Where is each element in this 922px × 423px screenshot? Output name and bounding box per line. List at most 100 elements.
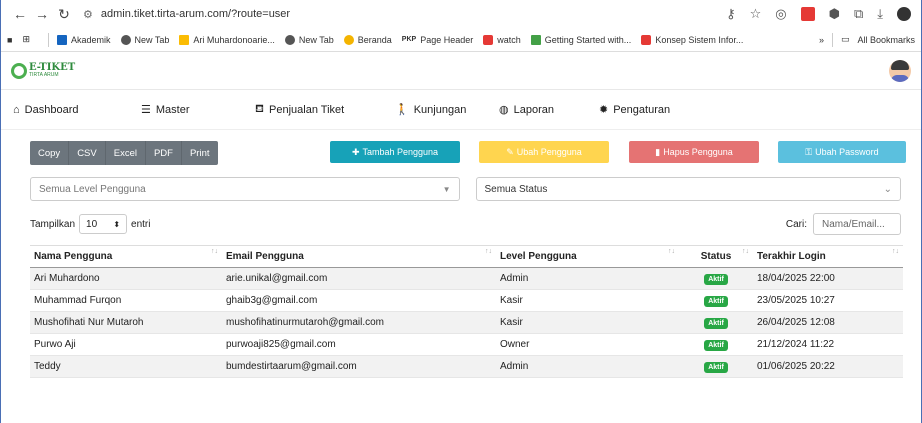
plus-icon: ✚ [351, 146, 360, 157]
app-logo[interactable]: E-TIKET TIRTA ARUM [11, 62, 75, 79]
bookmark-newtab-1[interactable]: New Tab [120, 34, 170, 45]
url-field[interactable]: ⚙ admin.tiket.tirta-arum.com/?route=user [83, 3, 659, 25]
forward-icon[interactable]: → [31, 6, 53, 22]
delete-user-button[interactable]: ▮ Hapus Pengguna [629, 141, 759, 163]
list-icon: ☰ [141, 104, 151, 116]
col-email[interactable]: Email Pengguna ↑↓ [222, 245, 496, 268]
cell-status: Aktif [679, 289, 753, 312]
bookmark-drive[interactable]: Ari Muhardonoarie... [179, 34, 275, 45]
bookmark-watch[interactable]: watch [483, 34, 521, 45]
bookmark-label: New Tab [298, 34, 334, 45]
bookmark-label: New Tab [134, 34, 170, 45]
edit-user-button[interactable]: ✎ Ubah Pengguna [479, 141, 609, 163]
sort-icon: ↑↓ [742, 248, 749, 255]
sort-icon: ↑↓ [668, 248, 675, 255]
bookmark-konsep[interactable]: Konsep Sistem Infor... [641, 34, 743, 45]
table-row[interactable]: Mushofihati Nur Mutaroh mushofihatinurmu… [30, 311, 903, 334]
cell-level: Admin [496, 267, 679, 290]
pdf-button[interactable]: PDF [146, 141, 182, 165]
header-label: Terakhir Login [757, 251, 826, 262]
reload-icon[interactable]: ↻ [53, 6, 75, 23]
table-row[interactable]: Muhammad Furqon ghaib3g@gmail.com Kasir … [30, 289, 903, 312]
folder-icon: ▭ [840, 34, 850, 44]
sort-icon: ↑↓ [485, 248, 492, 255]
menu-penjualan-tiket[interactable]: ⛾ Penjualan Tiket [255, 103, 395, 117]
search-input[interactable]: Nama/Email... [813, 213, 901, 235]
add-user-button[interactable]: ✚ Tambah Pengguna [330, 141, 460, 163]
bookmark-newtab-2[interactable]: New Tab [284, 34, 334, 45]
page-length-value: 10 [86, 218, 98, 230]
cell-last-login: 21/12/2024 11:22 [753, 333, 903, 356]
drive-icon [179, 34, 190, 45]
status-badge: Aktif [704, 339, 728, 351]
excel-button[interactable]: Excel [106, 141, 146, 165]
col-last-login[interactable]: Terakhir Login ↑↓ [753, 245, 903, 268]
back-icon[interactable]: ← [9, 6, 31, 22]
shield-extension-icon[interactable]: ⬢ [829, 6, 840, 22]
cell-last-login: 18/04/2025 22:00 [753, 267, 903, 290]
camera-icon[interactable]: ◎ [775, 6, 786, 22]
more-bookmarks-button[interactable]: » [819, 35, 824, 45]
menu-laporan[interactable]: ◍ Laporan [499, 103, 599, 117]
cell-last-login: 26/04/2025 12:08 [753, 311, 903, 334]
status-badge: Aktif [704, 273, 728, 285]
site-settings-icon[interactable]: ⚙ [83, 8, 93, 21]
trash-icon: ▮ [655, 146, 661, 157]
bookmark-label: Page Header [420, 34, 474, 45]
level-filter-select[interactable]: Semua Level Pengguna ▼ [30, 177, 460, 201]
apps-icon[interactable]: ■ [7, 35, 12, 45]
browser-window: ← → ↻ ⚙ admin.tiket.tirta-arum.com/?rout… [0, 0, 922, 423]
cell-email: arie.unikal@gmail.com [222, 267, 496, 290]
star-icon[interactable]: ☆ [750, 6, 762, 22]
logo-icon [11, 62, 27, 79]
copy-button[interactable]: Copy [30, 141, 70, 165]
menu-label: Pengaturan [613, 103, 671, 116]
bookmark-icon [56, 34, 67, 45]
delete-user-label: Hapus Pengguna [663, 147, 733, 157]
col-status[interactable]: Status ↑↓ [679, 245, 753, 268]
bookmark-label: Beranda [357, 34, 392, 45]
change-password-button[interactable]: ⚿ Ubah Password [778, 141, 906, 163]
cell-name: Mushofihati Nur Mutaroh [30, 311, 222, 334]
users-table: Nama Pengguna ↑↓ Email Pengguna ↑↓ Level P… [30, 245, 903, 378]
csv-button[interactable]: CSV [69, 141, 106, 165]
all-bookmarks[interactable]: All Bookmarks [857, 35, 915, 45]
toolbar: Copy CSV Excel PDF Print ✚ Tambah Penggun… [30, 137, 906, 169]
puzzle-icon[interactable]: ⧉ [854, 6, 863, 22]
home-icon: ⌂ [13, 103, 20, 116]
menu-master[interactable]: ☰ Master [141, 103, 255, 117]
extension-icon[interactable] [800, 7, 815, 21]
avatar[interactable] [889, 59, 911, 82]
password-key-icon[interactable]: ⚷ [726, 6, 736, 22]
menu-dashboard[interactable]: ⌂ Dashboard [13, 104, 141, 116]
print-button[interactable]: Print [182, 141, 218, 165]
menu-pengaturan[interactable]: ✹ Pengaturan [599, 103, 671, 117]
grid-icon[interactable]: ⊞ [22, 34, 30, 45]
cell-name: Muhammad Furqon [30, 289, 222, 312]
bookmark-getting-started[interactable]: Getting Started with... [530, 34, 631, 45]
pkp-icon: PKP [401, 36, 417, 43]
download-icon[interactable]: ⤓ [877, 6, 883, 22]
bookmark-beranda[interactable]: Beranda [343, 34, 392, 45]
header-label: Status [700, 251, 732, 262]
header-label: Email Pengguna [226, 251, 304, 262]
header-label: Nama Pengguna [34, 251, 113, 262]
page-length-select[interactable]: 10 ⬍ [79, 214, 128, 234]
status-filter-select[interactable]: Semua Status ⌄ [475, 177, 901, 201]
table-row[interactable]: Purwo Aji purwoaji825@gmail.com Owner Ak… [30, 333, 903, 356]
bookmark-label: Akademik [70, 34, 111, 45]
tiles-icon [530, 34, 541, 45]
menu-label: Dashboard [24, 103, 79, 116]
sort-icon: ↑↓ [211, 248, 218, 255]
address-bar: ← → ↻ ⚙ admin.tiket.tirta-arum.com/?rout… [1, 0, 921, 28]
col-level[interactable]: Level Pengguna ↑↓ [496, 245, 679, 268]
profile-icon[interactable] [897, 7, 911, 21]
table-row[interactable]: Teddy bumdestirtaarum@gmail.com Admin Ak… [30, 355, 903, 378]
bookmark-akademik[interactable]: Akademik [56, 34, 111, 45]
col-nama[interactable]: Nama Pengguna ↑↓ [30, 245, 222, 268]
cell-status: Aktif [679, 333, 753, 356]
menu-kunjungan[interactable]: 🚶 Kunjungan [395, 103, 499, 117]
updown-icon: ⬍ [113, 219, 121, 229]
bookmark-page-header[interactable]: PKP Page Header [402, 35, 473, 45]
table-row[interactable]: Ari Muhardono arie.unikal@gmail.com Admi… [30, 267, 903, 290]
